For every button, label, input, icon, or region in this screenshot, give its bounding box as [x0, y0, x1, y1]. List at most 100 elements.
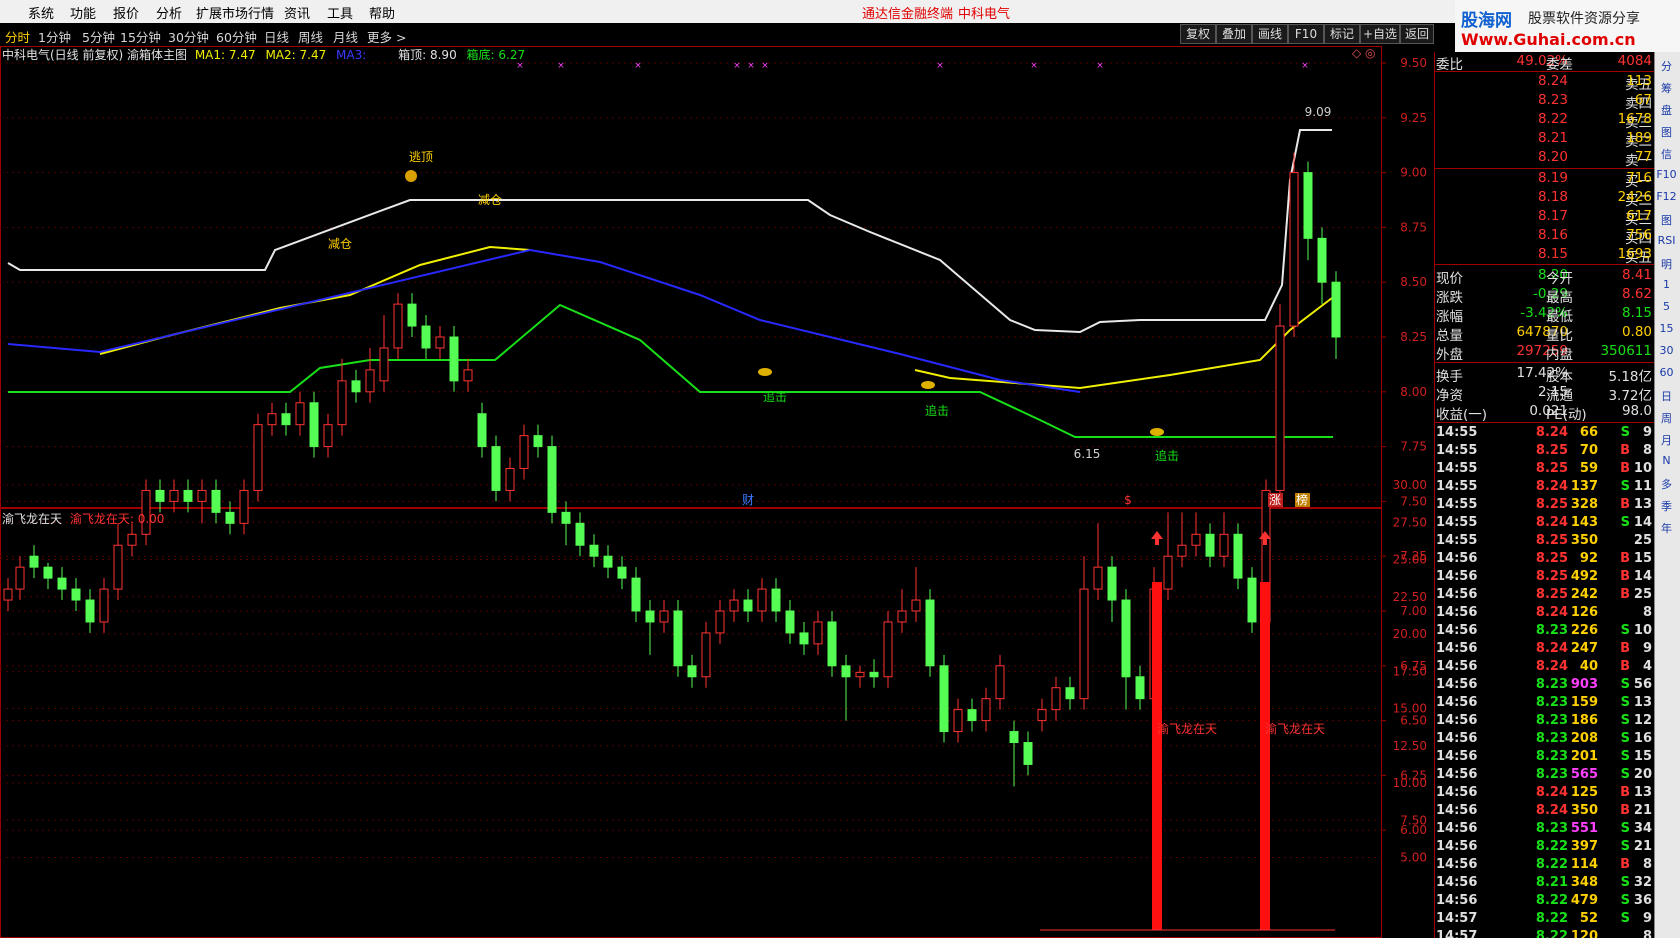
tick-row: 14:55 8.25 70 B 8 — [1434, 443, 1654, 461]
candle-down — [1303, 172, 1313, 239]
tick-cell: B — [1620, 587, 1630, 602]
sidebar-button[interactable]: F10 — [1656, 168, 1677, 181]
stat2-row[interactable]: 换手 17.42% 股本 5.18亿 — [1434, 364, 1654, 385]
event-marker: × — [761, 61, 769, 71]
tick-cell: 14:56 — [1436, 569, 1478, 584]
sidebar-button[interactable]: 周 — [1656, 410, 1677, 426]
bid-price: 8.16 — [1537, 227, 1568, 243]
weibi-row[interactable]: 委比 49.02% 委差 4084 — [1434, 52, 1654, 73]
sidebar-button[interactable]: 盘 — [1656, 102, 1677, 118]
tick-row: 14:57 8.22 120 8 — [1434, 929, 1654, 938]
tick-row: 14:56 8.23 551 S 34 — [1434, 821, 1654, 839]
ask-price: 8.24 — [1537, 73, 1568, 89]
tick-cell: 59 — [1579, 461, 1598, 476]
candle-up — [659, 610, 669, 623]
tick-cell: 66 — [1579, 425, 1598, 440]
sidebar-button[interactable]: RSI — [1656, 234, 1677, 247]
ask-price: 8.20 — [1537, 149, 1568, 165]
price-axis-label: 7.00 — [1400, 604, 1427, 618]
sidebar-button[interactable]: 年 — [1656, 520, 1677, 536]
tick-cell: B — [1620, 569, 1630, 584]
sidebar-button[interactable]: 60 — [1656, 366, 1677, 379]
sidebar-button[interactable]: N — [1656, 454, 1677, 467]
sidebar-button[interactable]: 15 — [1656, 322, 1677, 335]
sidebar-button[interactable]: 月 — [1656, 432, 1677, 448]
candle-up — [1163, 555, 1173, 590]
candle-down — [281, 413, 291, 426]
gold-ingot-icon — [1150, 428, 1164, 436]
sidebar-button[interactable]: 30 — [1656, 344, 1677, 357]
sub-axis-label: 22.50 — [1393, 590, 1427, 604]
candle-down — [1317, 237, 1327, 283]
tick-cell: 350 — [1570, 803, 1598, 818]
right-sidebar — [1654, 52, 1680, 938]
bid-row[interactable]: 买四 8.16 756 — [1434, 226, 1654, 247]
label-high-price: 9.09 — [1305, 105, 1332, 119]
tick-cell: 348 — [1570, 875, 1598, 890]
stat-row[interactable]: 总量 647870 量比 0.80 — [1434, 323, 1654, 344]
signal-bar — [1152, 582, 1162, 930]
ask-row[interactable]: 卖二 8.21 189 — [1434, 129, 1654, 150]
sidebar-button[interactable]: 信 — [1656, 146, 1677, 162]
sidebar-button[interactable]: 多 — [1656, 476, 1677, 492]
tick-cell: 9 — [1642, 911, 1652, 926]
stat-row[interactable]: 现价 8.20 今开 8.41 — [1434, 266, 1654, 287]
stat2-row[interactable]: 净资 2.15 流通 3.72亿 — [1434, 383, 1654, 404]
tick-cell: S — [1620, 713, 1630, 728]
bid-row[interactable]: 买二 8.18 2426 — [1434, 188, 1654, 209]
candle-down — [1065, 687, 1075, 700]
candle-down — [687, 665, 697, 678]
tick-cell: 8.25 — [1535, 443, 1568, 458]
candle-down — [967, 709, 977, 722]
ask-volume: 67 — [1634, 92, 1652, 108]
sidebar-button[interactable]: 日 — [1656, 388, 1677, 404]
sidebar-button[interactable]: 图 — [1656, 124, 1677, 140]
quote-cell: 外盘 — [1436, 347, 1463, 363]
ask-row[interactable]: 卖五 8.24 113 — [1434, 72, 1654, 93]
tick-cell: 14:56 — [1436, 785, 1478, 800]
sidebar-button[interactable]: 分 — [1656, 58, 1677, 74]
tick-row: 14:56 8.24 125 B 13 — [1434, 785, 1654, 803]
sidebar-button[interactable]: 图 — [1656, 212, 1677, 228]
ask-row[interactable]: 卖四 8.23 67 — [1434, 91, 1654, 112]
gold-ingot-icon — [921, 381, 935, 389]
stat-row[interactable]: 外盘 297259 内盘 350611 — [1434, 342, 1654, 363]
sidebar-button[interactable]: 5 — [1656, 300, 1677, 313]
bid-price: 8.15 — [1537, 246, 1568, 262]
tick-cell: 247 — [1570, 641, 1598, 656]
candle-down — [183, 489, 193, 502]
candle-up — [897, 610, 907, 623]
bid-row[interactable]: 买五 8.15 1693 — [1434, 245, 1654, 266]
stat-row[interactable]: 涨幅 -3.42% 最低 8.15 — [1434, 304, 1654, 325]
sidebar-button[interactable]: 季 — [1656, 498, 1677, 514]
tick-cell: 8.25 — [1535, 587, 1568, 602]
bid-row[interactable]: 买一 8.19 716 — [1434, 169, 1654, 190]
ask-row[interactable]: 卖一 8.20 77 — [1434, 148, 1654, 169]
sidebar-button[interactable]: F12 — [1656, 190, 1677, 203]
sidebar-button[interactable]: 筹 — [1656, 80, 1677, 96]
candle-up — [113, 544, 123, 590]
tick-row: 14:56 8.23 903 S 56 — [1434, 677, 1654, 695]
candle-down — [841, 665, 851, 678]
candle-up — [1191, 533, 1201, 546]
candle-up — [463, 369, 473, 382]
price-axis-label: 7.75 — [1400, 440, 1427, 454]
sidebar-button[interactable]: 明 — [1656, 256, 1677, 272]
tick-cell: 8.24 — [1535, 605, 1568, 620]
tick-cell: 13 — [1633, 497, 1652, 512]
tick-cell: B — [1620, 443, 1630, 458]
candle-down — [603, 555, 613, 568]
candle-down — [645, 610, 655, 623]
sidebar-button[interactable]: 1 — [1656, 278, 1677, 291]
stat2-row[interactable]: 收益(一) 0.021 PE(动) 98.0 — [1434, 402, 1654, 423]
tick-cell: S — [1620, 479, 1630, 494]
stat-row[interactable]: 涨跌 -0.29 最高 8.62 — [1434, 285, 1654, 306]
bid-row[interactable]: 买三 8.17 617 — [1434, 207, 1654, 228]
tick-cell: 14:55 — [1436, 533, 1478, 548]
tick-cell: 8.22 — [1535, 929, 1568, 938]
event-marker: × — [634, 61, 642, 71]
tick-row: 14:56 8.22 397 S 21 — [1434, 839, 1654, 857]
candle-up — [435, 336, 445, 349]
event-marker: × — [936, 61, 944, 71]
ask-row[interactable]: 卖三 8.22 1678 — [1434, 110, 1654, 131]
